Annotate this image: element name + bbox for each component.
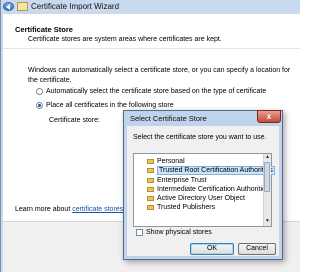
learn-more-prefix: Learn more about <box>15 206 73 213</box>
tree-item-trusted-root[interactable]: Trusted Root Certification Authorities <box>147 166 275 175</box>
page-subheading: Certificate stores are system areas wher… <box>28 36 222 43</box>
cancel-button[interactable]: Cancel <box>238 243 276 255</box>
learn-more-text: Learn more about certificate stores <box>15 206 123 213</box>
certificate-icon <box>17 2 28 11</box>
auto-select-store-label[interactable]: Automatically select the certificate sto… <box>46 88 266 95</box>
folder-icon <box>147 177 154 183</box>
show-physical-stores-label[interactable]: Show physical stores <box>146 229 212 236</box>
scrollbar-thumb[interactable] <box>264 162 270 192</box>
back-arrow-icon[interactable] <box>3 2 14 11</box>
dialog-title: Select Certificate Store <box>130 114 207 123</box>
folder-icon <box>147 167 154 173</box>
page-heading: Certificate Store <box>15 25 73 34</box>
place-in-store-label[interactable]: Place all certificates in the following … <box>46 102 174 109</box>
tree-item-active-directory[interactable]: Active Directory User Object <box>147 195 245 203</box>
folder-icon <box>147 204 154 210</box>
wizard-title: Certificate Import Wizard <box>31 2 120 11</box>
place-in-store-radio[interactable] <box>36 102 43 109</box>
tree-item-enterprise-trust[interactable]: Enterprise Trust <box>147 177 206 185</box>
dialog-prompt: Select the certificate store you want to… <box>133 134 267 141</box>
heading-divider <box>3 48 300 49</box>
certificate-stores-link[interactable]: certificate stores <box>72 206 123 213</box>
tree-item-intermediate[interactable]: Intermediate Certification Authorities <box>147 186 269 194</box>
tree-item-trusted-publishers[interactable]: Trusted Publishers <box>147 204 215 212</box>
certificate-store-label: Certificate store: <box>49 117 100 124</box>
scroll-up-icon[interactable]: ▲ <box>264 154 271 161</box>
close-icon[interactable]: x <box>257 110 281 123</box>
ok-button[interactable]: OK <box>190 243 234 255</box>
intro-text-line-2: the certificate. <box>28 77 72 84</box>
intro-text-line-1: Windows can automatically select a certi… <box>28 67 291 74</box>
show-physical-stores-checkbox[interactable] <box>136 229 143 236</box>
folder-icon <box>147 186 154 192</box>
scroll-down-icon[interactable]: ▼ <box>264 218 271 225</box>
folder-icon <box>147 195 154 201</box>
tree-item-personal[interactable]: Personal <box>147 158 185 166</box>
auto-select-store-radio[interactable] <box>36 88 43 95</box>
folder-icon <box>147 158 154 164</box>
